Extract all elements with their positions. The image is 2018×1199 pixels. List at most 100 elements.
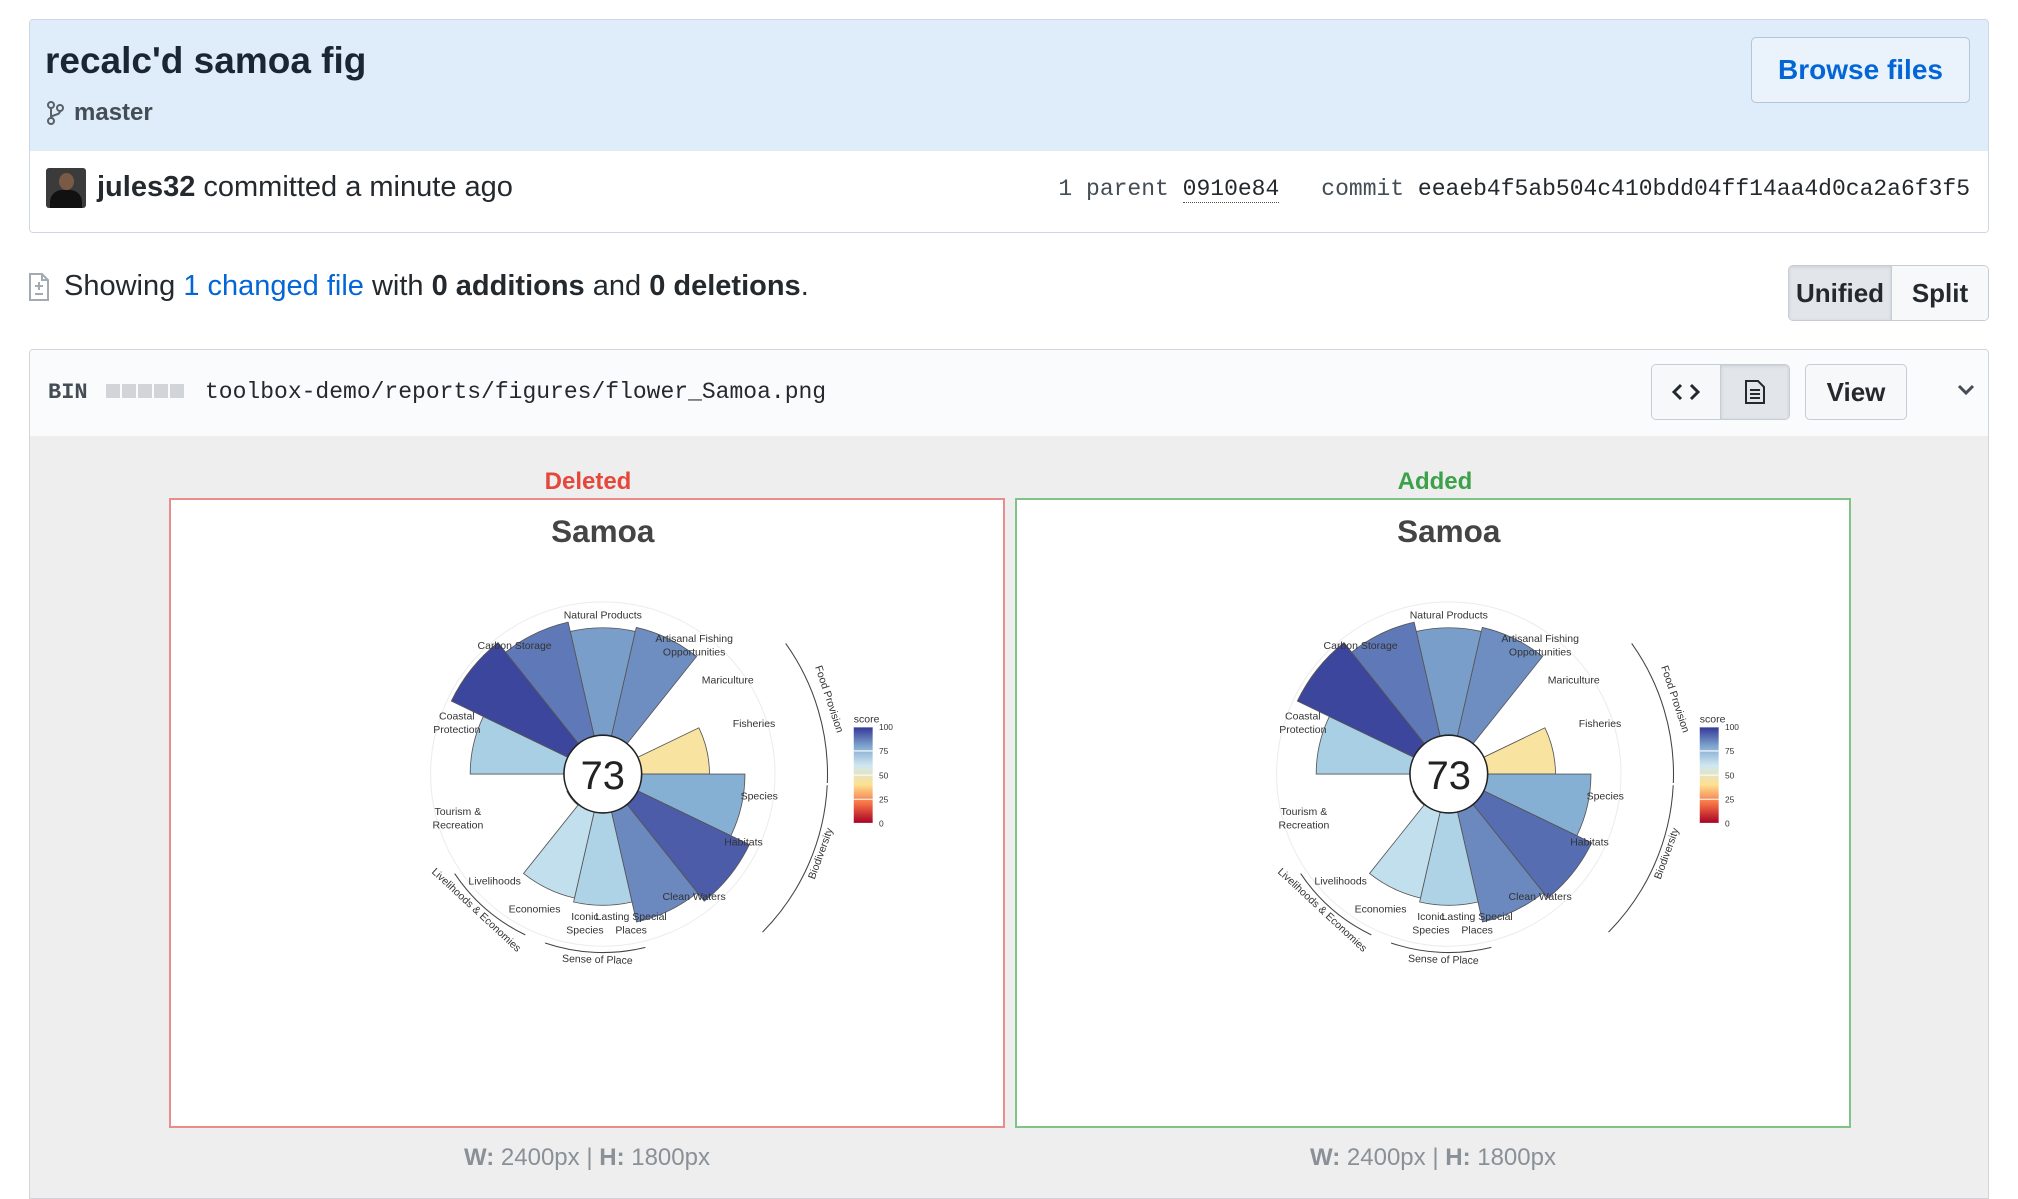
legend-tick: 100 [879, 722, 893, 732]
file-diff-icon [29, 272, 49, 301]
width-value: 2400px [1346, 1144, 1426, 1171]
file-header: BIN toolbox-demo/reports/figures/flower_… [30, 350, 1988, 437]
center-score: 73 [581, 754, 625, 798]
unified-button[interactable]: Unified [1789, 266, 1892, 320]
deletions-count: 0 deletions [649, 270, 801, 302]
petal-label: Fisheries [1579, 718, 1622, 730]
additions-count: 0 additions [431, 270, 585, 302]
diff-view-toggle: Unified Split [1788, 265, 1989, 321]
petal-label: Species [1587, 790, 1624, 802]
rich-view-button[interactable] [1720, 365, 1789, 419]
commit-time: committed a minute ago [195, 171, 513, 203]
view-file-button[interactable]: View [1805, 364, 1907, 420]
summary-with: with [371, 270, 424, 302]
legend-tick: 50 [879, 770, 889, 780]
petal-label: Coastal Protection [433, 710, 480, 736]
petal-label: Tourism & Recreation [1279, 806, 1330, 832]
deleted-label: Deleted [544, 468, 632, 495]
avatar[interactable] [46, 168, 86, 208]
petal-label: Lasting Special Places [1442, 911, 1513, 937]
petal-label: Iconic Species [1412, 911, 1449, 937]
legend-title: score [854, 714, 880, 726]
changed-files-link[interactable]: 1 changed file [183, 270, 364, 302]
petal-label: Livelihoods [1314, 875, 1367, 887]
legend-tick: 0 [879, 819, 884, 829]
diff-summary: Showing 1 changed file with 0 additions … [28, 270, 809, 303]
petal-label: Artisanal Fishing Opportunities [1501, 633, 1579, 659]
petal-label: Economies [1355, 904, 1407, 916]
chart-title: Samoa [1397, 513, 1501, 549]
summary-and: and [592, 270, 642, 302]
deleted-image: Samoa 73 Natural Products Artisanal Fishing… [169, 498, 1005, 1128]
image-diff-body: Deleted Added Samoa 73 Natural Products Art… [30, 436, 1988, 1198]
petal-3 [634, 727, 710, 775]
branch-name: master [74, 99, 153, 126]
petal-label: Mariculture [1548, 675, 1600, 687]
petal-label: Clean Waters [1509, 891, 1572, 903]
diffstat-blocks [106, 384, 184, 398]
petal-label: Tourism & Recreation [433, 806, 484, 832]
legend-tick: 25 [879, 794, 889, 804]
branch-icon [47, 101, 64, 125]
chart-group: Samoa 73 Natural Products Artisanal Fishing… [1275, 513, 1739, 967]
petal-label: Carbon Storage [478, 640, 552, 652]
height-value: 1800px [631, 1144, 710, 1171]
height-label: H: [1445, 1144, 1471, 1171]
flower-chart-added: Samoa 73 Natural Products Artisanal Fishing… [1275, 513, 1739, 967]
flower-chart-deleted: Samoa 73 Natural Products Artisanal Fishing… [429, 513, 893, 967]
petal-label: Mariculture [702, 675, 754, 687]
legend-title: score [1700, 714, 1726, 726]
petal-label: Natural Products [564, 610, 642, 622]
commit-title: recalc'd samoa fig [45, 40, 367, 81]
legend-tick: 75 [1725, 746, 1735, 756]
file-icon [1745, 380, 1765, 404]
width-value: 2400px [500, 1144, 580, 1171]
commit-sha: eeaeb4f5ab504c410bdd04ff14aa4d0ca2a6f3f5 [1417, 176, 1970, 202]
chart-title: Samoa [551, 513, 655, 549]
branch-indicator[interactable]: master [46, 99, 153, 127]
goal-arc-label: Sense of Place [562, 953, 633, 967]
petal-label: Species [741, 790, 778, 802]
added-label: Added [1397, 468, 1473, 495]
petal-label: Carbon Storage [1324, 640, 1398, 652]
sha-area: 1 parent 0910e84 commit eeaeb4f5ab504c41… [1058, 176, 1970, 203]
legend-tick: 25 [1725, 794, 1735, 804]
goal-arc-label: Food Provision [812, 664, 845, 734]
petal-label: Artisanal Fishing Opportunities [655, 633, 733, 659]
petal-label: Economies [509, 904, 561, 916]
display-mode-group [1651, 364, 1790, 420]
dims-separator: | [586, 1144, 593, 1171]
chart-group: Samoa 73 Natural Products Artisanal Fishing… [429, 513, 893, 967]
height-label: H: [599, 1144, 625, 1171]
deleted-dimensions: W: 2400px | H: 1800px [169, 1144, 1005, 1172]
parent-prefix: 1 parent [1058, 176, 1183, 202]
petal-label: Livelihoods [468, 875, 521, 887]
goal-arc-label: Sense of Place [1408, 953, 1479, 967]
split-button[interactable]: Split [1892, 266, 1988, 320]
bin-label: BIN [48, 380, 88, 405]
file-path-link[interactable]: toolbox-demo/reports/figures/flower_Samo… [205, 379, 826, 405]
legend-tick: 75 [879, 746, 889, 756]
parent-sha-link[interactable]: 0910e84 [1182, 176, 1280, 203]
goal-arc-label: Biodiversity [1652, 826, 1682, 881]
added-image: Samoa 73 Natural Products Artisanal Fishing… [1015, 498, 1851, 1128]
chevron-down-icon[interactable] [1956, 383, 1976, 397]
commit-prefix: commit [1321, 176, 1418, 202]
summary-text: Showing 1 changed file with 0 additions … [64, 270, 809, 303]
source-view-button[interactable] [1652, 365, 1720, 419]
petal-label: Habitats [724, 836, 763, 848]
parent-info: 1 parent 0910e84 [1058, 176, 1280, 203]
added-dimensions: W: 2400px | H: 1800px [1015, 1144, 1851, 1172]
petal-label: Fisheries [733, 718, 776, 730]
legend-tick: 100 [1725, 722, 1739, 732]
center-score: 73 [1427, 754, 1471, 798]
width-label: W: [464, 1144, 495, 1171]
petal-label: Natural Products [1410, 610, 1488, 622]
author-link[interactable]: jules32 [97, 171, 195, 203]
petal-label: Lasting Special Places [596, 911, 667, 937]
goal-arc-label: Food Provision [1658, 664, 1691, 734]
petal-label: Habitats [1570, 836, 1609, 848]
commit-meta: jules32 committed a minute ago 1 parent … [30, 151, 1988, 232]
browse-files-button[interactable]: Browse files [1751, 37, 1970, 103]
dims-separator: | [1432, 1144, 1439, 1171]
